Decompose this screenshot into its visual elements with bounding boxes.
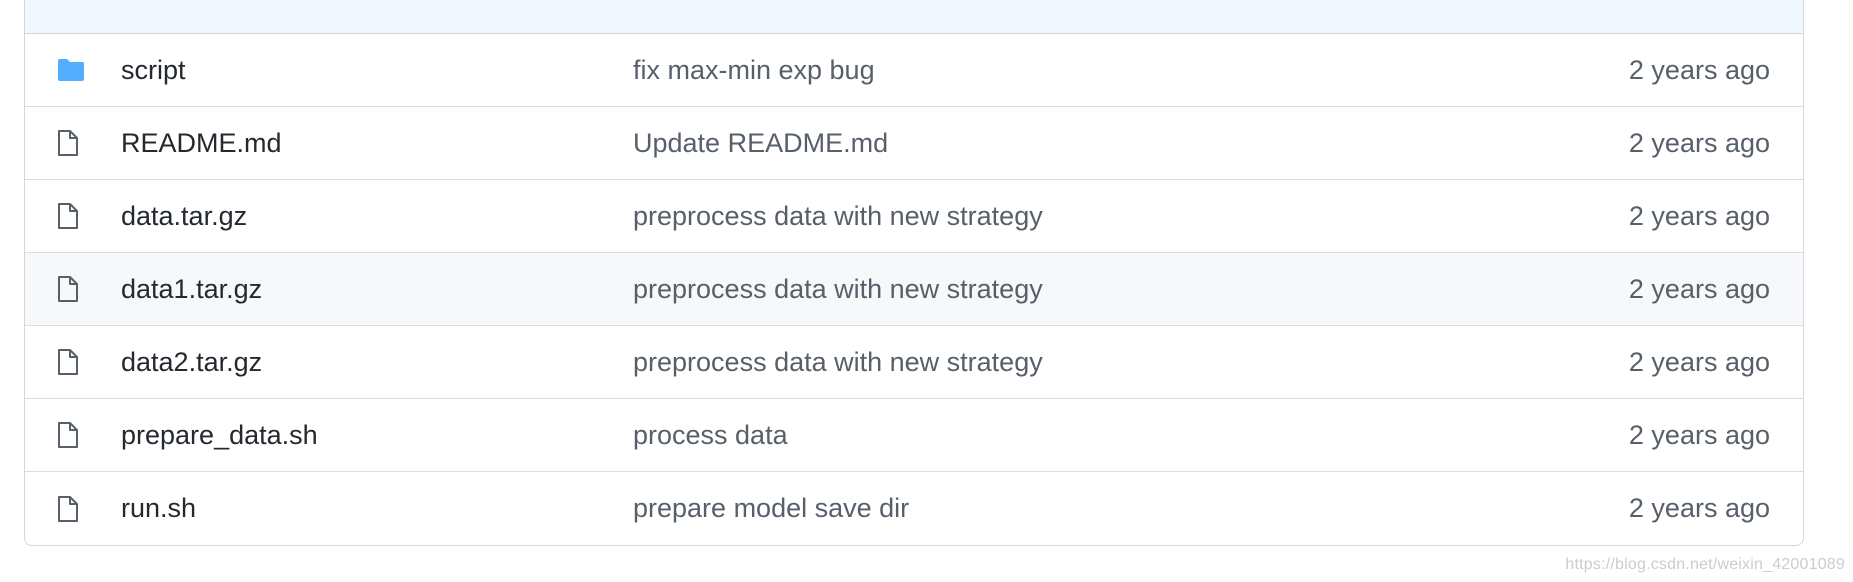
file-icon	[56, 275, 80, 303]
file-name-link[interactable]: script	[121, 55, 633, 86]
commit-message-link[interactable]: preprocess data with new strategy	[633, 274, 1629, 305]
commit-message-link[interactable]: Update README.md	[633, 128, 1629, 159]
file-icon	[56, 129, 80, 157]
file-name-link[interactable]: data1.tar.gz	[121, 274, 633, 305]
file-name-link[interactable]: run.sh	[121, 493, 633, 524]
latest-commit-bar	[25, 0, 1803, 34]
commit-message-link[interactable]: preprocess data with new strategy	[633, 201, 1629, 232]
file-name-link[interactable]: prepare_data.sh	[121, 420, 633, 451]
file-row[interactable]: data1.tar.gz preprocess data with new st…	[25, 253, 1803, 326]
file-list-table: script fix max-min exp bug 2 years ago R…	[24, 0, 1804, 546]
file-name-link[interactable]: README.md	[121, 128, 633, 159]
commit-message-link[interactable]: prepare model save dir	[633, 493, 1629, 524]
file-row[interactable]: script fix max-min exp bug 2 years ago	[25, 34, 1803, 107]
file-row[interactable]: data.tar.gz preprocess data with new str…	[25, 180, 1803, 253]
file-icon	[56, 348, 80, 376]
file-name-link[interactable]: data2.tar.gz	[121, 347, 633, 378]
file-icon	[56, 495, 80, 523]
commit-message-link[interactable]: fix max-min exp bug	[633, 55, 1629, 86]
folder-icon	[56, 57, 86, 83]
commit-age: 2 years ago	[1628, 54, 1770, 85]
commit-message-link[interactable]: preprocess data with new strategy	[633, 347, 1629, 378]
commit-age: 2 years ago	[1628, 273, 1770, 304]
file-icon	[56, 421, 80, 449]
watermark-text: https://blog.csdn.net/weixin_42001089	[1565, 556, 1845, 573]
file-row[interactable]: README.md Update README.md 2 years ago	[25, 107, 1803, 180]
commit-age: 2 years ago	[1628, 127, 1770, 158]
file-row[interactable]: run.sh prepare model save dir 2 years ag…	[25, 472, 1803, 545]
commit-age: 2 years ago	[1628, 419, 1770, 450]
file-row[interactable]: prepare_data.sh process data 2 years ago	[25, 399, 1803, 472]
commit-age: 2 years ago	[1628, 346, 1770, 377]
commit-age: 2 years ago	[1628, 493, 1770, 523]
file-name-link[interactable]: data.tar.gz	[121, 201, 633, 232]
file-icon	[56, 202, 80, 230]
file-row[interactable]: data2.tar.gz preprocess data with new st…	[25, 326, 1803, 399]
commit-age: 2 years ago	[1628, 200, 1770, 231]
commit-message-link[interactable]: process data	[633, 420, 1629, 451]
